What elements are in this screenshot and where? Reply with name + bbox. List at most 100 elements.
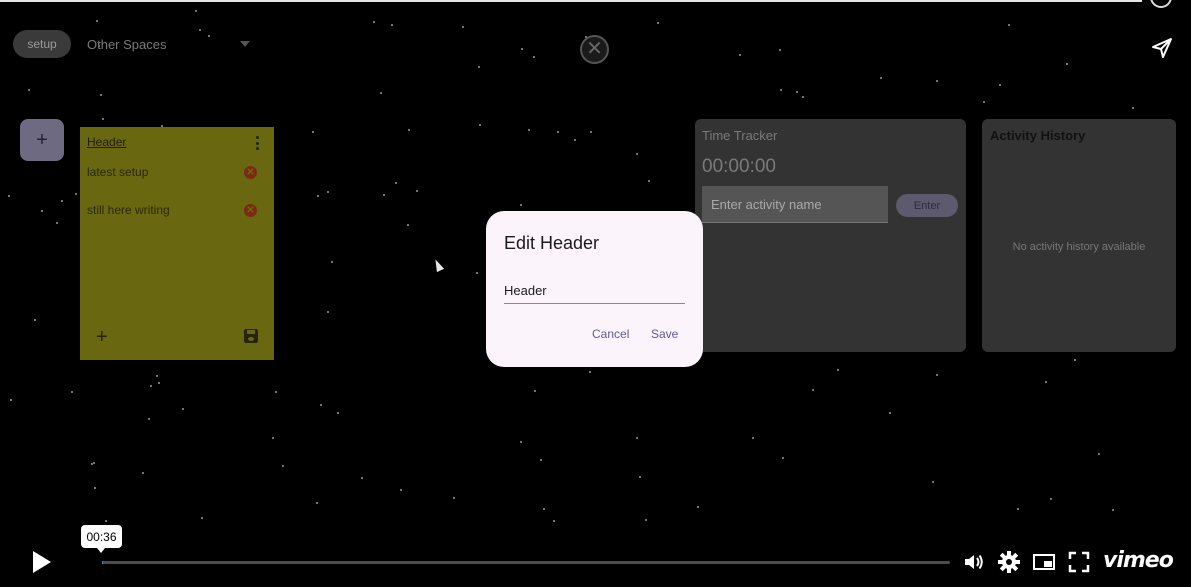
- star: [553, 520, 555, 522]
- star: [520, 204, 522, 206]
- star: [1112, 509, 1114, 511]
- star: [75, 193, 77, 195]
- add-card-button[interactable]: +: [20, 119, 64, 161]
- star: [1050, 498, 1052, 500]
- star: [589, 371, 591, 373]
- star: [739, 54, 741, 56]
- note-item[interactable]: latest setup: [87, 165, 148, 179]
- star: [408, 129, 410, 131]
- space-chip-setup[interactable]: setup: [13, 30, 71, 58]
- top-progress-bar: [0, 0, 1142, 2]
- star: [1008, 24, 1010, 26]
- more-vert-icon[interactable]: [254, 136, 260, 150]
- star: [327, 191, 329, 193]
- play-icon[interactable]: [33, 551, 51, 573]
- star: [208, 35, 210, 37]
- star: [383, 194, 385, 196]
- enter-button[interactable]: Enter: [896, 194, 958, 217]
- star: [361, 477, 363, 479]
- header-input[interactable]: [504, 277, 685, 304]
- star: [453, 497, 455, 499]
- star: [275, 391, 277, 393]
- star: [312, 131, 314, 133]
- time-tracker-title: Time Tracker: [702, 128, 778, 143]
- fullscreen-icon[interactable]: [1067, 550, 1091, 574]
- star: [543, 508, 545, 510]
- save-icon[interactable]: [244, 329, 258, 343]
- star: [802, 96, 804, 98]
- remove-item-icon[interactable]: ✕: [244, 166, 257, 179]
- star: [540, 459, 542, 461]
- star: [880, 77, 882, 79]
- star: [590, 131, 592, 133]
- activity-history-title: Activity History: [990, 128, 1086, 143]
- star: [34, 319, 36, 321]
- other-spaces-dropdown[interactable]: Other Spaces: [87, 30, 167, 58]
- star: [100, 94, 102, 96]
- close-icon[interactable]: ✕: [580, 35, 609, 64]
- star: [400, 489, 402, 491]
- star: [201, 517, 203, 519]
- star: [407, 224, 409, 226]
- star: [320, 404, 322, 406]
- time-tooltip: 00:36: [81, 525, 122, 553]
- chevron-down-icon[interactable]: [240, 41, 250, 47]
- star: [932, 481, 934, 483]
- star: [158, 382, 160, 384]
- star: [697, 506, 699, 508]
- star: [648, 180, 650, 182]
- star: [331, 261, 333, 263]
- star: [28, 89, 30, 91]
- star: [391, 24, 393, 26]
- star: [317, 195, 319, 197]
- remove-item-icon[interactable]: ✕: [244, 204, 257, 217]
- star: [462, 26, 464, 28]
- star: [636, 437, 638, 439]
- dialog-title: Edit Header: [504, 233, 600, 253]
- star: [657, 22, 659, 24]
- star: [645, 519, 647, 521]
- star: [796, 91, 798, 93]
- volume-icon[interactable]: [962, 550, 986, 574]
- star: [1017, 508, 1019, 510]
- star: [56, 222, 58, 224]
- activity-name-input[interactable]: [702, 186, 888, 223]
- other-spaces-label: Other Spaces: [87, 36, 167, 52]
- star: [337, 412, 339, 414]
- seek-bar[interactable]: [102, 561, 950, 564]
- star: [395, 182, 397, 184]
- empty-history-text: No activity history available: [1012, 241, 1146, 253]
- star: [327, 311, 329, 313]
- share-icon[interactable]: [1150, 36, 1174, 60]
- star: [528, 129, 530, 131]
- star: [1045, 381, 1047, 383]
- note-header[interactable]: Header: [87, 135, 126, 149]
- star: [195, 10, 197, 12]
- star: [156, 375, 158, 377]
- picture-in-picture-icon[interactable]: [1032, 550, 1056, 574]
- save-button[interactable]: Save: [651, 327, 678, 341]
- star: [8, 195, 10, 197]
- time-tracker-card: Time Tracker 00:00:00 Enter: [695, 119, 966, 352]
- vimeo-logo[interactable]: vimeo: [1103, 548, 1174, 573]
- star: [1066, 63, 1068, 65]
- star: [142, 472, 144, 474]
- star: [199, 29, 201, 31]
- star: [752, 437, 754, 439]
- star: [574, 139, 576, 141]
- star: [1132, 107, 1134, 109]
- settings-gear-icon[interactable]: [997, 550, 1021, 574]
- star: [380, 92, 382, 94]
- star: [41, 210, 43, 212]
- add-note-item-icon[interactable]: +: [96, 327, 108, 347]
- star: [71, 391, 73, 393]
- star: [639, 476, 641, 478]
- star: [782, 457, 784, 459]
- cancel-button[interactable]: Cancel: [592, 327, 629, 341]
- star: [1074, 359, 1076, 361]
- star: [93, 462, 95, 464]
- star: [812, 389, 814, 391]
- star: [533, 56, 535, 58]
- note-item[interactable]: still here writing: [87, 203, 170, 217]
- clock-icon[interactable]: [1150, 0, 1172, 8]
